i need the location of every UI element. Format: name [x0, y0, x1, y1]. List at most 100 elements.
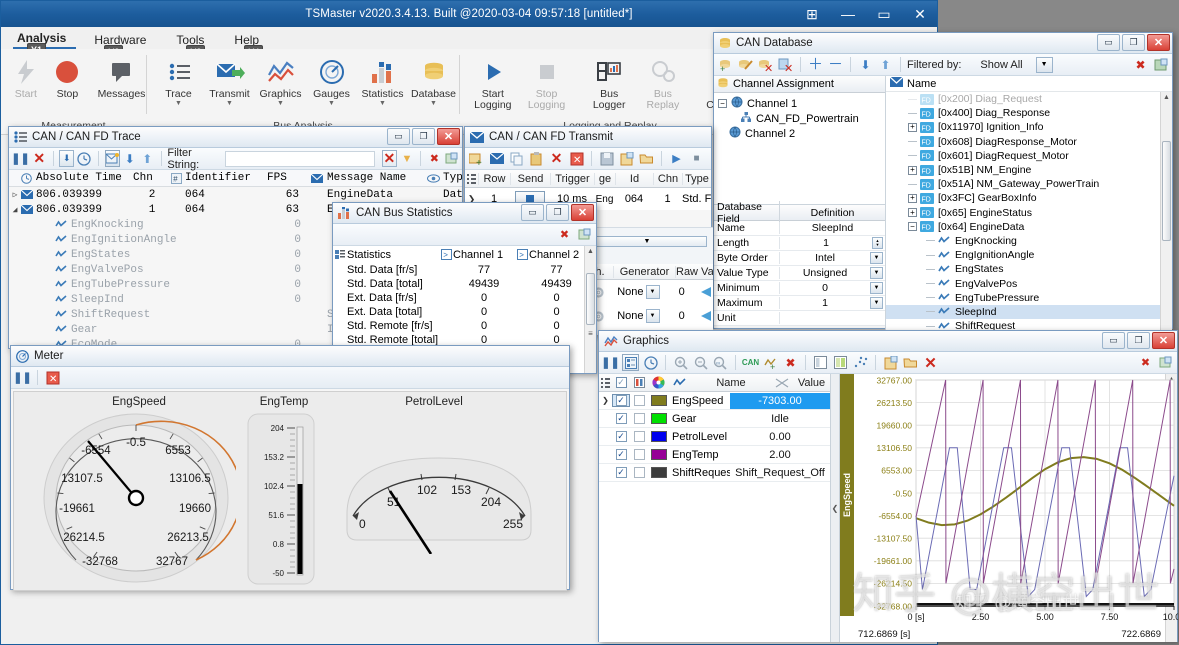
export-icon[interactable]	[1152, 56, 1169, 73]
chevron-down-icon[interactable]: ▼	[175, 100, 182, 108]
database-field-row[interactable]: Byte OrderIntel▼	[714, 251, 885, 266]
filter-string-input[interactable]	[225, 151, 375, 167]
scatter-icon[interactable]	[852, 354, 869, 371]
db-message-item[interactable]: FD[0x601] DiagRequest_Motor	[886, 149, 1160, 163]
pause-icon[interactable]: ❚❚	[602, 354, 619, 371]
tab-hardware[interactable]: Hardware Y2	[90, 31, 156, 49]
tree-expander-icon[interactable]: −	[908, 222, 917, 231]
tab-help[interactable]: Help Y4	[230, 31, 269, 49]
graphics-signal-row[interactable]: ✓PetrolLevel0.00	[599, 428, 830, 446]
add-node-icon[interactable]: +	[717, 56, 734, 73]
envelope-toggle-icon[interactable]	[105, 150, 120, 167]
minimize-icon[interactable]: ▭	[1097, 34, 1120, 51]
database-field-row[interactable]: Length1▲▼	[714, 236, 885, 251]
minus-icon[interactable]: －	[827, 56, 844, 73]
scroll-down-icon[interactable]: ⬇	[59, 150, 74, 167]
add-signal-icon[interactable]: +	[762, 354, 779, 371]
chevron-down-icon[interactable]: ▼	[430, 100, 437, 108]
funnel-icon[interactable]: ▼	[400, 150, 415, 167]
open-icon[interactable]	[902, 354, 919, 371]
chevron-down-icon[interactable]: ▼	[277, 100, 284, 108]
tree-item-channel-2[interactable]: Channel 2	[714, 126, 885, 141]
stop-logging-button[interactable]: Stop Logging	[520, 55, 574, 111]
clear-filter-icon[interactable]: ✕	[382, 150, 397, 167]
trace-row[interactable]: ▷806.039399206463EngineDataData	[9, 187, 462, 202]
restore-down-icon[interactable]: ⊞	[801, 7, 823, 21]
plus-icon[interactable]: ＋	[807, 56, 824, 73]
grid-menu-icon[interactable]	[599, 378, 612, 388]
db-signal-item[interactable]: EngStates	[886, 262, 1160, 276]
channel-2-expander-icon[interactable]: >	[515, 249, 529, 260]
db-message-item[interactable]: +FD[0x65] EngineStatus	[886, 206, 1160, 220]
add-message-icon[interactable]: +	[468, 150, 485, 167]
clear-red-x-icon[interactable]: ✕	[32, 150, 47, 167]
grid-menu-icon[interactable]	[465, 174, 478, 184]
chevron-down-icon[interactable]: ▼	[379, 100, 386, 108]
color-swatch[interactable]	[648, 431, 669, 442]
field-dropdown-button[interactable]: ▼	[870, 282, 883, 294]
color-swatch[interactable]	[648, 449, 669, 460]
graphics-button[interactable]: Graphics ▼	[255, 55, 306, 108]
bus-logger-button[interactable]: Bus Logger	[582, 55, 636, 111]
maximize-icon[interactable]: ▭	[873, 7, 895, 21]
save-icon[interactable]	[598, 150, 615, 167]
generator-row[interactable]: None ▼ 0	[587, 304, 713, 328]
scale-checkbox[interactable]	[630, 467, 648, 478]
db-signal-item[interactable]: SleepInd	[886, 305, 1160, 319]
scroll-thumb[interactable]	[586, 273, 595, 325]
envelope-icon[interactable]	[488, 150, 505, 167]
scale-icon[interactable]	[630, 377, 648, 388]
row-expander-icon[interactable]: ◢	[9, 205, 21, 215]
chevron-down-icon[interactable]: ▼	[328, 100, 335, 108]
stop-button[interactable]: Stop	[47, 55, 89, 100]
db-message-item[interactable]: FD[0x51A] NM_Gateway_PowerTrain	[886, 177, 1160, 191]
graphics-signal-row[interactable]: ❯✓EngSpeed-7303.00	[599, 392, 830, 410]
scale-checkbox[interactable]	[630, 431, 648, 442]
chevron-down-icon[interactable]: ▼	[226, 100, 233, 108]
split-panel-icon[interactable]	[812, 354, 829, 371]
db-message-item[interactable]: +FD[0x11970] Ignition_Info	[886, 120, 1160, 134]
remove-filter-icon[interactable]: ✖	[427, 150, 442, 167]
graphics-signal-row[interactable]: ✓ShiftRequestShift_Request_Off	[599, 464, 830, 482]
generator-row[interactable]: None ▼ 0	[587, 280, 713, 304]
db-message-item[interactable]: FD[0x400] Diag_Response	[886, 106, 1160, 120]
db-signal-item[interactable]: EngValvePos	[886, 276, 1160, 290]
delete-red-x-icon[interactable]: ✖	[782, 354, 799, 371]
move-down-icon[interactable]: ⬇	[123, 150, 138, 167]
transmit-button[interactable]: Transmit ▼	[204, 55, 255, 108]
close-icon[interactable]: ✕	[1147, 34, 1170, 51]
tree-expander-icon[interactable]: +	[908, 166, 917, 175]
color-swatch[interactable]	[648, 395, 669, 406]
tab-analysis[interactable]: Analysis Y1	[13, 29, 76, 49]
color-swatch[interactable]	[648, 413, 669, 424]
value-slider-icon[interactable]	[697, 285, 713, 299]
visible-checkbox[interactable]: ✓	[612, 413, 630, 424]
export-icon[interactable]	[445, 150, 460, 167]
minimize-icon[interactable]: ▭	[521, 204, 544, 221]
export-icon[interactable]	[1157, 354, 1174, 371]
tree-expander-icon[interactable]: −	[718, 99, 727, 108]
panel-icon[interactable]	[832, 354, 849, 371]
move-down-icon[interactable]: ⬇	[857, 56, 874, 73]
collapse-bar[interactable]: ▼	[587, 236, 707, 247]
edit-node-icon[interactable]	[737, 56, 754, 73]
visible-checkbox[interactable]: ✓	[612, 394, 630, 407]
trace-button[interactable]: Trace ▼	[153, 55, 204, 108]
tree-expander-icon[interactable]: +	[908, 123, 917, 132]
clear-red-x-icon[interactable]: ✖	[556, 226, 573, 243]
maximize-icon[interactable]: ❐	[1122, 34, 1145, 51]
start-logging-button[interactable]: Start Logging	[466, 55, 520, 111]
minimize-icon[interactable]: ▭	[387, 128, 410, 145]
tree-expander-icon[interactable]: +	[908, 194, 917, 203]
clock-icon[interactable]	[77, 150, 92, 167]
close-icon[interactable]: ✕	[571, 204, 594, 221]
maximize-icon[interactable]: ❐	[546, 204, 569, 221]
messages-button[interactable]: Messages	[97, 55, 146, 100]
channel-1-expander-icon[interactable]: >	[439, 249, 453, 260]
delete-all-icon[interactable]: ✕	[568, 150, 585, 167]
field-dropdown-button[interactable]: ▼	[870, 267, 883, 279]
statistics-scrollbar[interactable]: ▲ ≡	[584, 246, 596, 373]
save-icon[interactable]	[882, 354, 899, 371]
paste-icon[interactable]	[528, 150, 545, 167]
visible-checkbox[interactable]: ✓	[612, 449, 630, 460]
